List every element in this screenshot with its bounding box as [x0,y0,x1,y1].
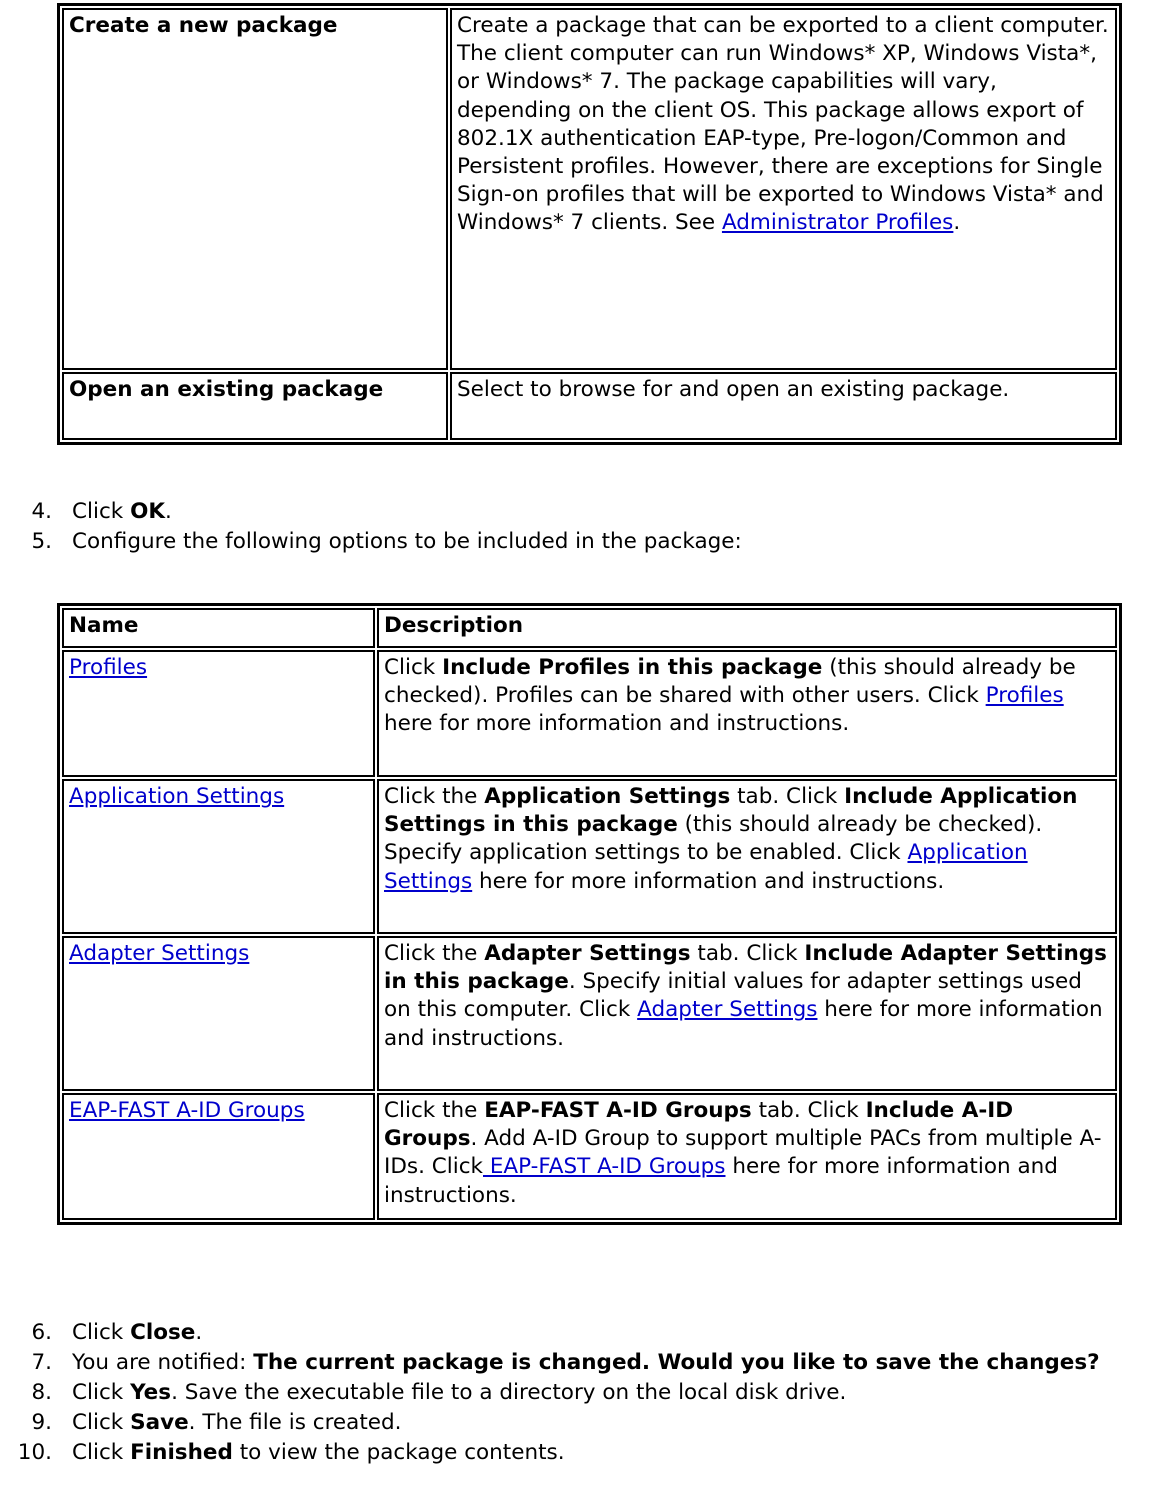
list-item: 4. Click OK. [0,497,1100,527]
list-item: 10. Click Finished to view the package c… [0,1438,1157,1468]
body-text: Configure the following options to be in… [72,529,742,554]
column-header-name: Name [62,608,375,648]
body-text: . [953,210,961,236]
option-description-cell: Click the Application Settings tab. Clic… [377,779,1117,934]
body-text: . [195,1320,203,1345]
steps-list-end: 6. Click Close. 7. You are notified: The… [0,1318,1157,1468]
table-body: Profiles Click Include Profiles in this … [62,650,1117,1220]
option-name-cell: EAP-FAST A-ID Groups [62,1093,375,1220]
list-item: 9. Click Save. The file is created. [0,1408,1157,1438]
body-text: here for more information and instructio… [472,868,945,894]
option-name-cell: Create a new package [62,8,448,370]
list-item-number: 5. [31,529,52,554]
create-or-open-package-table: Create a new package Create a package th… [57,3,1122,445]
list-item: 5. Configure the following options to be… [0,527,1100,557]
application-settings-link[interactable]: Application Settings [69,784,284,809]
table-row: Profiles Click Include Profiles in this … [62,650,1117,777]
document-page: Create a new package Create a package th… [0,0,1157,1509]
list-item-number: 6. [31,1320,52,1345]
body-text: . [165,499,172,524]
eap-fast-a-id-groups-link[interactable]: EAP-FAST A-ID Groups [69,1098,305,1123]
body-text: Click [72,1410,131,1435]
body-text: Create a package that can be exported to… [457,13,1109,236]
option-description-cell: Click the Adapter Settings tab. Click In… [377,936,1117,1091]
body-text: Click [72,499,131,524]
option-name-cell: Application Settings [62,779,375,934]
emphasis-text: OK [130,499,166,524]
option-name-cell: Profiles [62,650,375,777]
body-text: You are notified: [72,1350,254,1375]
body-text: Click the [384,1098,485,1123]
list-item: 6. Click Close. [0,1318,1157,1348]
body-text: here for more information and instructio… [384,711,850,737]
body-text: Click [72,1380,131,1405]
table-row: Open an existing package Select to brows… [62,372,1117,440]
body-text: tab. Click [690,941,805,966]
steps-list-middle: 4. Click OK. 5. Configure the following … [0,497,1100,557]
column-header-description: Description [377,608,1117,648]
list-item: 8. Click Yes. Save the executable file t… [0,1378,1157,1408]
list-item-text: Click Yes. Save the executable file to a… [72,1380,846,1405]
table-row: Application Settings Click the Applicati… [62,779,1117,934]
table-row: Adapter Settings Click the Adapter Setti… [62,936,1117,1091]
body-text: Click [384,655,443,680]
body-text: Click the [384,941,485,966]
inline-link[interactable]: Adapter Settings [637,997,817,1022]
emphasis-text: Include Profiles in this package [442,655,823,680]
body-text: . The file is created. [188,1410,402,1435]
option-description-cell: Click Include Profiles in this package (… [377,650,1117,777]
body-text: Click [72,1320,131,1345]
list-item-text: Configure the following options to be in… [72,529,742,554]
body-text: to view the package contents. [232,1440,565,1465]
emphasis-text: Yes [130,1380,172,1405]
emphasis-text: Save [130,1410,189,1435]
option-description-cell: Create a package that can be exported to… [450,8,1117,370]
table-body: Create a new package Create a package th… [62,8,1117,440]
option-name-cell: Open an existing package [62,372,448,440]
emphasis-text: Application Settings [484,784,731,809]
list-item-number: 4. [31,499,52,524]
list-item-number: 9. [31,1410,52,1435]
emphasis-text: Finished [130,1440,233,1465]
list-item: 7. You are notified: The current package… [0,1348,1157,1378]
list-item-text: Click Close. [72,1320,202,1345]
package-options-table: Name Description Profiles Click Include … [57,603,1122,1225]
option-description-cell: Select to browse for and open an existin… [450,372,1117,440]
emphasis-text: Close [130,1320,196,1345]
table-head: Name Description [62,608,1117,648]
option-description-cell: Click the EAP-FAST A-ID Groups tab. Clic… [377,1093,1117,1220]
table-row: EAP-FAST A-ID Groups Click the EAP-FAST … [62,1093,1117,1220]
adapter-settings-link[interactable]: Adapter Settings [69,941,249,966]
inline-link[interactable]: EAP-FAST A-ID Groups [483,1154,726,1179]
body-text: tab. Click [751,1098,866,1123]
emphasis-text: EAP-FAST A-ID Groups [484,1098,752,1123]
list-item-number: 7. [31,1350,52,1375]
emphasis-text: Adapter Settings [484,941,691,966]
body-text: tab. Click [730,784,845,809]
table-row: Create a new package Create a package th… [62,8,1117,370]
list-item-text: Click Save. The file is created. [72,1410,401,1435]
emphasis-text: The current package is changed. Would yo… [253,1350,1100,1375]
table-header-row: Name Description [62,608,1117,648]
inline-link[interactable]: Administrator Profiles [722,210,953,235]
body-text: Click [72,1440,131,1465]
list-item-number: 8. [31,1380,52,1405]
profiles-link[interactable]: Profiles [69,655,147,680]
list-item-text: You are notified: The current package is… [72,1350,1100,1375]
list-item-number: 10. [17,1440,52,1465]
body-text: . Save the executable file to a director… [171,1380,847,1405]
body-text: Select to browse for and open an existin… [457,377,1010,402]
body-text: Click the [384,784,485,809]
list-item-text: Click Finished to view the package conte… [72,1440,565,1465]
inline-link[interactable]: Profiles [986,683,1064,708]
option-name-cell: Adapter Settings [62,936,375,1091]
list-item-text: Click OK. [72,499,172,524]
